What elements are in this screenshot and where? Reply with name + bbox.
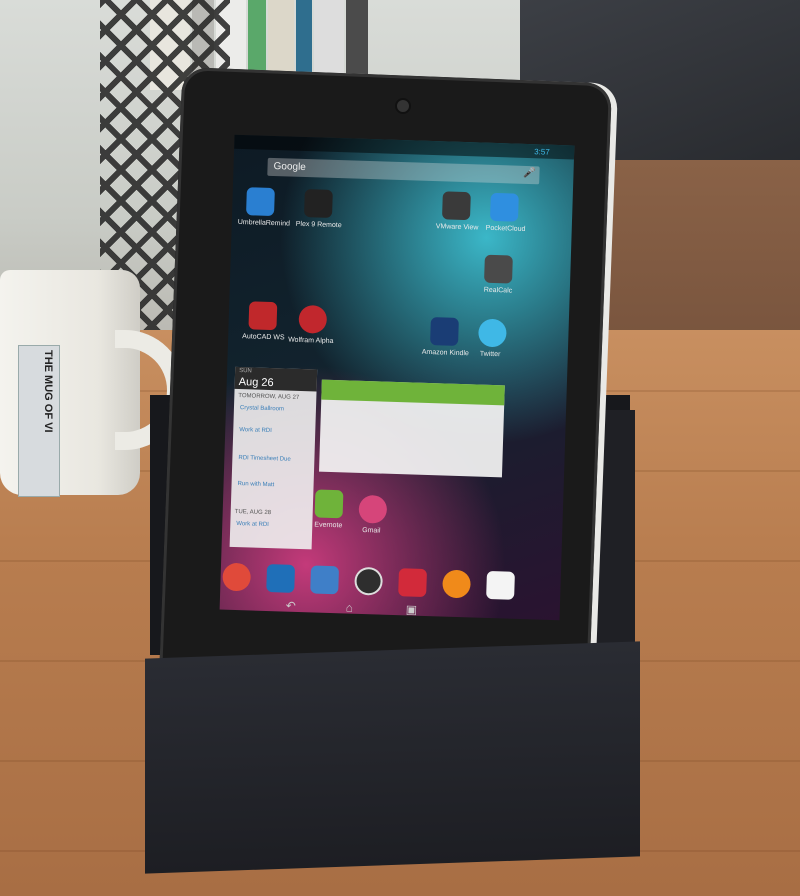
apps-grid-icon[interactable]: [354, 566, 384, 596]
tablet-screen: 3:57 Google 🎤 UmbrellaRemind Plex 9 Remo…: [219, 134, 575, 621]
play-store-icon[interactable]: [486, 570, 515, 600]
wolfram-alpha-icon[interactable]: [298, 304, 328, 334]
app-label: Gmail: [362, 526, 381, 535]
app-label: Amazon Kindle: [421, 348, 469, 358]
app-label: PocketCloud: [485, 224, 526, 233]
box-front: [145, 641, 640, 874]
calendar-event[interactable]: Work at RDI: [239, 427, 272, 434]
books-icon[interactable]: [310, 565, 340, 595]
status-time: 3:57: [534, 147, 550, 157]
home-icon[interactable]: ⌂: [346, 601, 354, 615]
app-label: Evernote: [314, 521, 343, 530]
movies-icon[interactable]: [398, 568, 427, 598]
realcalc-icon[interactable]: [484, 254, 513, 284]
app-label: RealCalc: [483, 286, 513, 295]
music-icon[interactable]: [442, 569, 471, 599]
back-icon[interactable]: ↶: [286, 599, 296, 613]
vmware-view-icon[interactable]: [441, 191, 471, 221]
twitter-icon[interactable]: [478, 318, 507, 348]
evernote-icon[interactable]: [314, 489, 344, 519]
recent-apps-icon[interactable]: ▣: [406, 602, 418, 616]
gmail-icon[interactable]: [358, 494, 388, 524]
app-label: VMware View: [435, 223, 479, 232]
plex-icon[interactable]: [303, 189, 333, 218]
app-label: Wolfram Alpha: [288, 336, 334, 345]
autocad-ws-icon[interactable]: [248, 301, 278, 331]
app-label: UmbrellaRemind: [237, 218, 291, 228]
app-label: Plex 9 Remote: [295, 220, 342, 230]
search-bar[interactable]: [267, 157, 540, 185]
app-label: Twitter: [479, 350, 501, 359]
kindle-icon[interactable]: [430, 317, 459, 346]
pocketcloud-icon[interactable]: [489, 192, 519, 222]
umbrella-remind-icon[interactable]: [246, 187, 275, 217]
search-label: Google: [273, 161, 306, 174]
calendar-date: Aug 26: [238, 376, 274, 390]
app-label: AutoCAD WS: [242, 333, 285, 342]
calendar-event[interactable]: Work at RDI: [236, 521, 269, 528]
maps-icon[interactable]: [266, 564, 296, 593]
front-camera: [395, 98, 411, 114]
calendar-day: SUN: [239, 368, 252, 375]
mug-text: THE MUG OF VI: [42, 350, 54, 433]
calendar-next-day: TUE, AUG 28: [234, 508, 272, 517]
calendar-event[interactable]: Run with Matt: [237, 481, 274, 488]
mic-icon[interactable]: 🎤: [523, 168, 536, 179]
chrome-icon[interactable]: [222, 562, 252, 592]
